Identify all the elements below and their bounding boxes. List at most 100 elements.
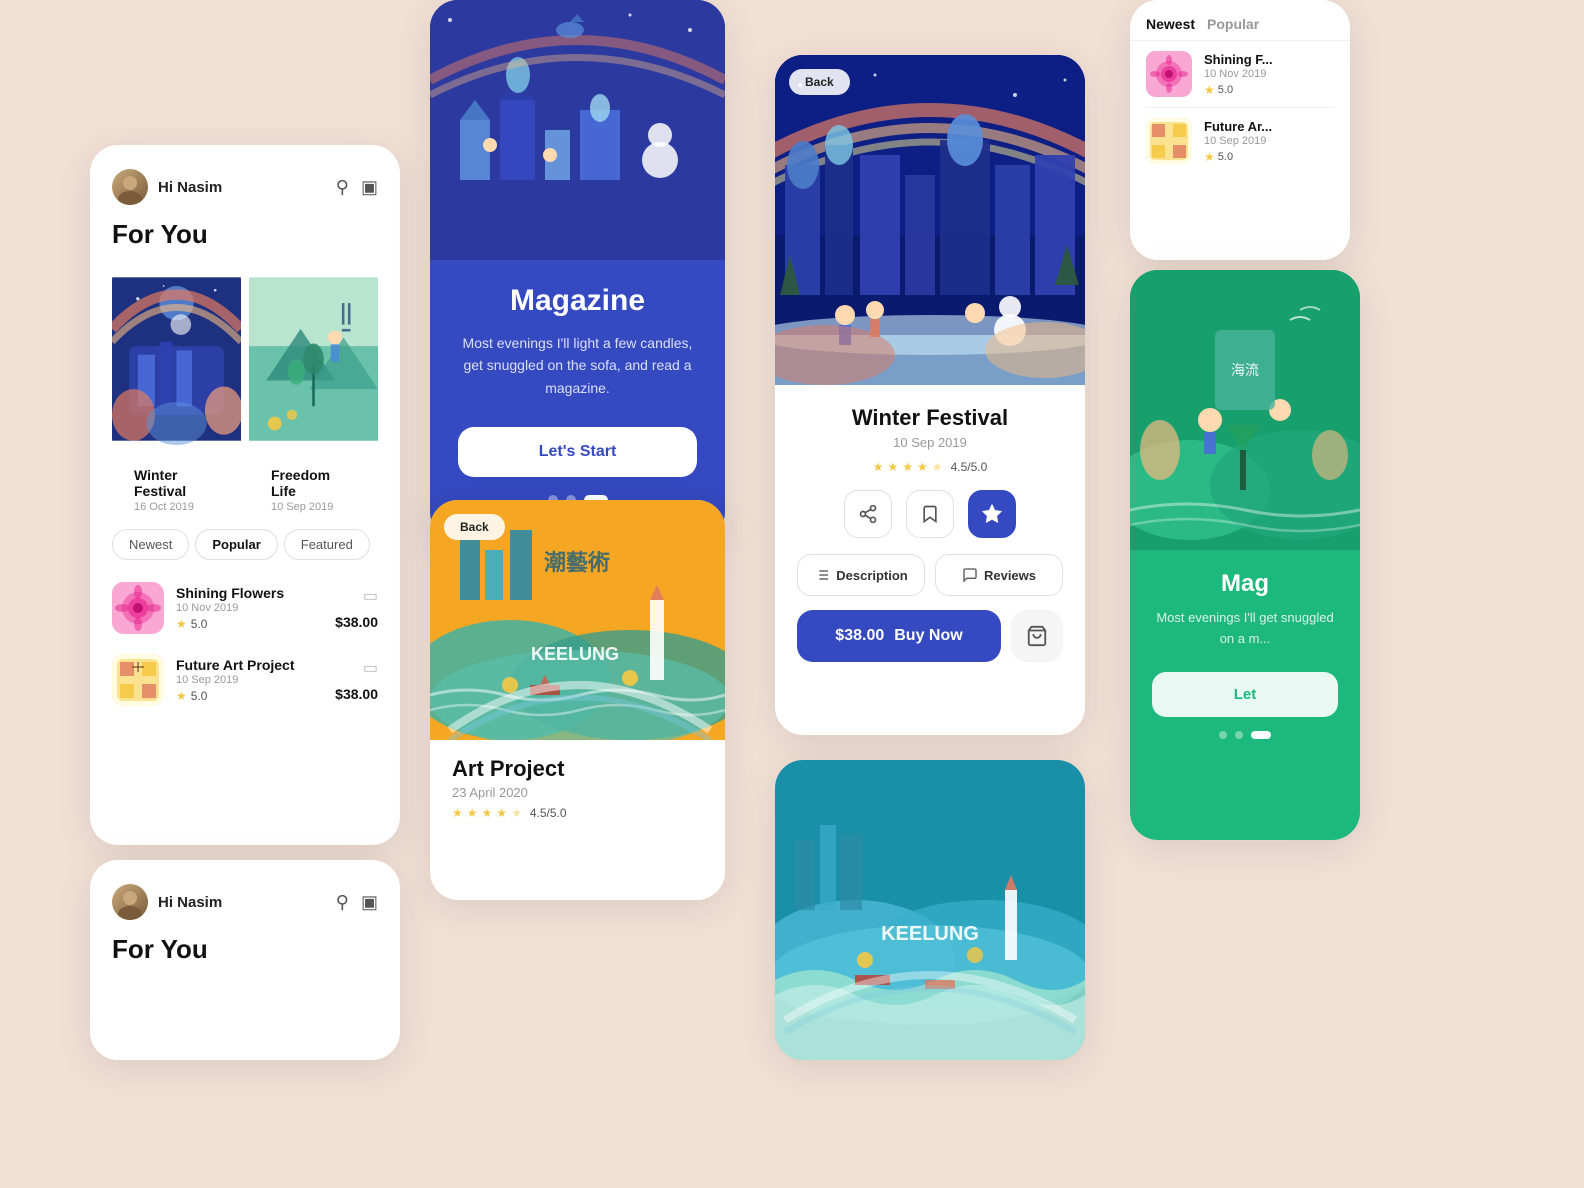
detail-date: 10 Sep 2019 [797, 435, 1063, 450]
star-2: ★ [467, 806, 478, 820]
header-left: Hi Nasim [112, 169, 222, 205]
description-button[interactable]: Description [797, 554, 925, 596]
bookmark-icon-2[interactable]: ▭ [363, 658, 378, 678]
featured-book-1[interactable]: Winter Festival 16 Oct 2019 [112, 264, 241, 513]
featured-book-2-date: 10 Sep 2019 [249, 499, 378, 513]
reviews-button[interactable]: Reviews [935, 554, 1063, 596]
right-thumb-1 [1146, 51, 1192, 97]
right-list-item-1[interactable]: Shining F... 10 Nov 2019 ★ 5.0 [1130, 41, 1350, 107]
right-star-2: ★ [1204, 150, 1215, 164]
section-title: For You [90, 215, 400, 264]
green-title: Mag [1152, 570, 1338, 598]
cart-button[interactable] [1011, 610, 1063, 662]
search-icon-2[interactable]: ⚲ [336, 892, 349, 913]
greeting-text-2: Hi Nasim [158, 894, 222, 911]
back-button-art[interactable]: Back [444, 514, 505, 540]
featured-book-2-title: Freedom Life [249, 467, 378, 499]
right-list-title-2: Future Ar... [1204, 119, 1272, 134]
detail-rating-text: 4.5/5.0 [951, 460, 988, 474]
green-card: ✕ 海流 Mag Most [1130, 270, 1360, 840]
magazine-illustration [430, 0, 725, 260]
right-list-rating-2: ★ 5.0 [1204, 150, 1272, 164]
right-list-date-1: 10 Nov 2019 [1204, 68, 1273, 80]
home-header: Hi Nasim ⚲ ▣ [90, 145, 400, 215]
svg-text:KEELUNG: KEELUNG [531, 644, 619, 664]
favorite-button[interactable] [968, 490, 1016, 538]
keelung-card: KEELUNG [775, 760, 1085, 1060]
detail-star-3: ★ [902, 460, 913, 474]
reviews-label: Reviews [984, 568, 1036, 583]
featured-book-2[interactable]: Freedom Life 10 Sep 2019 [249, 264, 378, 513]
bookmark-icon-1[interactable]: ▭ [363, 586, 378, 606]
art-title: Art Project [452, 756, 703, 782]
green-dot-1 [1219, 731, 1227, 739]
featured-book-1-image [112, 264, 241, 459]
right-list-info-1: Shining F... 10 Nov 2019 ★ 5.0 [1204, 52, 1273, 97]
search-icon[interactable]: ⚲ [336, 177, 349, 198]
right-list-tabs: Newest Popular [1130, 0, 1350, 41]
right-list-rating-1: ★ 5.0 [1204, 83, 1273, 97]
art-rating-text: 4.5/5.0 [530, 806, 567, 820]
header-icons-2: ⚲ ▣ [336, 892, 378, 913]
green-dots [1152, 731, 1338, 739]
bookmark-button[interactable] [906, 490, 954, 538]
list-info-1: Shining Flowers 10 Nov 2019 ★ 5.0 [176, 585, 323, 631]
grid-icon[interactable]: ▣ [361, 177, 378, 198]
magazine-text-area: Magazine Most evenings I'll light a few … [430, 260, 725, 529]
right-list-item-2[interactable]: Future Ar... 10 Sep 2019 ★ 5.0 [1130, 108, 1350, 174]
price-1: $38.00 [335, 614, 378, 630]
list-item-1[interactable]: Shining Flowers 10 Nov 2019 ★ 5.0 ▭ $38.… [90, 572, 400, 644]
detail-star-4: ★ [917, 460, 928, 474]
tab-newest[interactable]: Newest [112, 529, 189, 560]
lets-start-button[interactable]: Let's Start [458, 427, 697, 477]
green-dot-2 [1235, 731, 1243, 739]
right-list-title-1: Shining F... [1204, 52, 1273, 67]
svg-text:潮藝術: 潮藝術 [544, 550, 610, 575]
svg-text:海流: 海流 [1231, 362, 1259, 378]
tab-featured[interactable]: Featured [284, 529, 370, 560]
magazine-description: Most evenings I'll light a few candles, … [458, 332, 697, 399]
green-lets-start-button[interactable]: Let [1152, 672, 1338, 717]
buy-row: $38.00 Buy Now [797, 610, 1063, 662]
list-thumb-1 [112, 582, 164, 634]
price-2: $38.00 [335, 686, 378, 702]
list-rating-2: ★ 5.0 [176, 689, 323, 703]
list-title-2: Future Art Project [176, 657, 323, 673]
featured-book-1-title: Winter Festival [112, 467, 241, 499]
magazine-title: Magazine [458, 284, 697, 318]
right-tab-newest[interactable]: Newest [1146, 16, 1195, 32]
green-description: Most evenings I'll get snuggled on a m..… [1152, 608, 1338, 650]
star-3: ★ [482, 806, 493, 820]
back-button-detail[interactable]: Back [789, 69, 850, 95]
tab-popular[interactable]: Popular [195, 529, 277, 560]
greeting-text: Hi Nasim [158, 179, 222, 196]
right-rating-2: 5.0 [1218, 151, 1233, 163]
detail-star-2: ★ [888, 460, 899, 474]
right-list-date-2: 10 Sep 2019 [1204, 135, 1272, 147]
price-text: $38.00 [835, 627, 884, 645]
list-title-1: Shining Flowers [176, 585, 323, 601]
list-date-2: 10 Sep 2019 [176, 674, 323, 686]
fade-overlay [90, 980, 400, 1060]
detail-title: Winter Festival [797, 405, 1063, 431]
header-icons: ⚲ ▣ [336, 177, 378, 198]
detail-body: Winter Festival 10 Sep 2019 ★ ★ ★ ★ ★ 4.… [775, 385, 1085, 682]
right-star-1: ★ [1204, 83, 1215, 97]
detail-card: Back [775, 55, 1085, 735]
share-button[interactable] [844, 490, 892, 538]
list-date-1: 10 Nov 2019 [176, 602, 323, 614]
rating-value-2: 5.0 [191, 689, 208, 703]
rating-value-1: 5.0 [191, 617, 208, 631]
star-4: ★ [496, 806, 507, 820]
home-screen-card: Hi Nasim ⚲ ▣ For You [90, 145, 400, 845]
right-tab-popular[interactable]: Popular [1207, 16, 1259, 32]
home-screen-card-2: Hi Nasim ⚲ ▣ For You [90, 860, 400, 1060]
detail-star-5: ★ [932, 460, 943, 474]
grid-icon-2[interactable]: ▣ [361, 892, 378, 913]
buy-now-button[interactable]: $38.00 Buy Now [797, 610, 1001, 662]
star-icon: ★ [176, 617, 187, 631]
list-item-2[interactable]: Future Art Project 10 Sep 2019 ★ 5.0 ▭ $… [90, 644, 400, 716]
featured-books-row: Winter Festival 16 Oct 2019 [90, 264, 400, 513]
description-label: Description [836, 568, 908, 583]
detail-illustration: Back [775, 55, 1085, 385]
